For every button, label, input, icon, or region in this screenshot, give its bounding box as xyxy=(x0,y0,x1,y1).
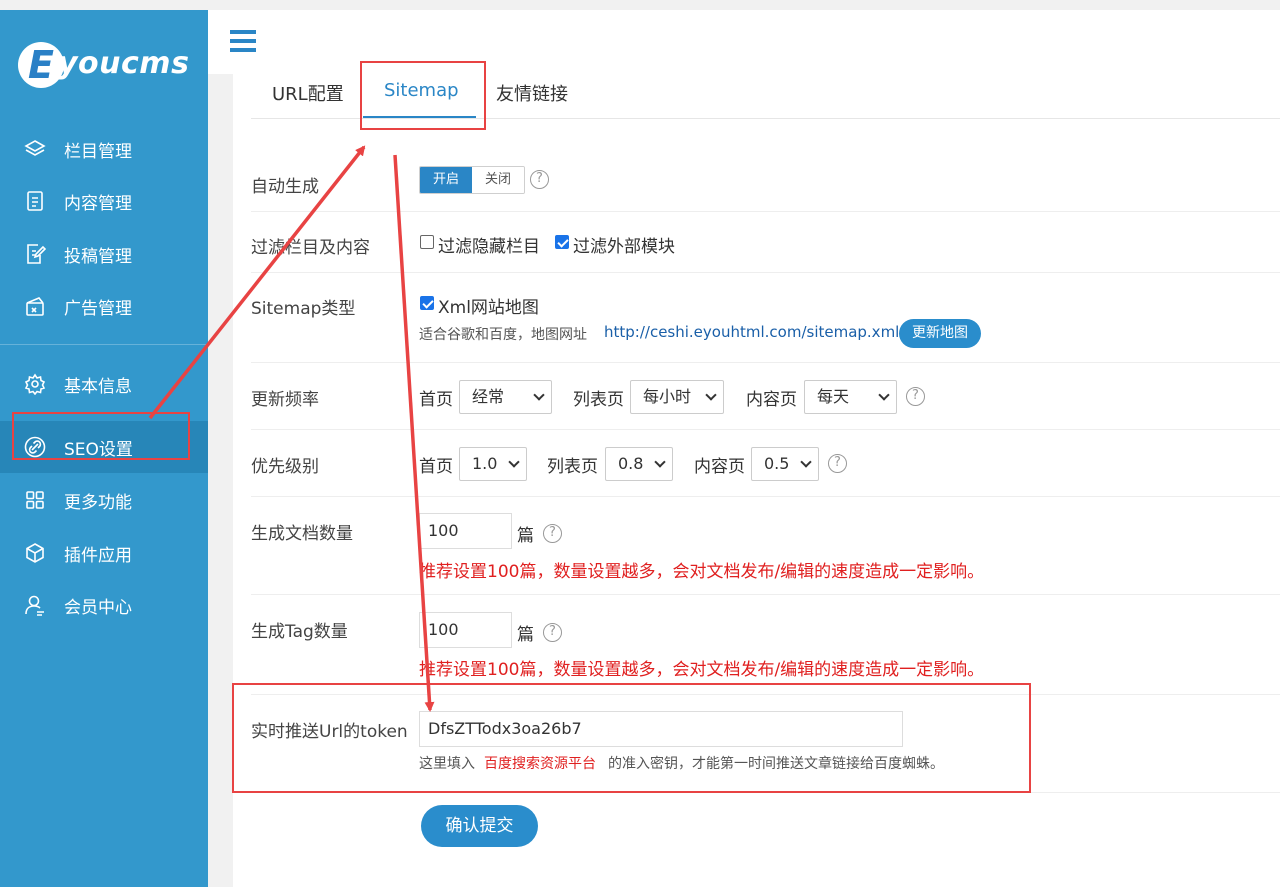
sidebar-item-more[interactable]: 更多功能 xyxy=(0,474,208,526)
sidebar-item-label: 广告管理 xyxy=(64,298,132,319)
auto-generate-label: 自动生成 xyxy=(251,177,319,197)
annotation-box-sitemap-tab xyxy=(360,61,486,130)
priority-content-value: 0.5 xyxy=(764,454,790,473)
grid-icon xyxy=(26,491,44,509)
sidebar-item-members[interactable]: 会员中心 xyxy=(0,579,208,631)
sidebar-item-submission[interactable]: 投稿管理 xyxy=(0,228,208,280)
edit-document-icon xyxy=(27,244,46,264)
annotation-box-token-row xyxy=(232,683,1031,793)
priority-home-value: 1.0 xyxy=(472,454,498,473)
row-filter: 过滤栏目及内容 过滤隐藏栏目 过滤外部模块 xyxy=(251,212,1280,273)
filter-label: 过滤栏目及内容 xyxy=(251,238,370,258)
row-auto-generate: 自动生成 开启 关闭 ? xyxy=(251,150,1280,212)
toggle-on-option[interactable]: 开启 xyxy=(420,167,472,193)
freq-content-select[interactable]: 每天 xyxy=(804,380,897,414)
sidebar-item-label: 投稿管理 xyxy=(64,246,132,267)
frequency-label: 更新频率 xyxy=(251,390,319,410)
priority-list-value: 0.8 xyxy=(618,454,644,473)
help-icon[interactable]: ? xyxy=(906,387,925,406)
doc-count-unit: 篇 xyxy=(517,526,534,546)
auto-generate-toggle[interactable]: 开启 关闭 xyxy=(419,166,525,194)
tab-url-config[interactable]: URL配置 xyxy=(272,80,344,106)
xml-sitemap-checkbox[interactable] xyxy=(420,296,434,310)
sidebar-item-label: 更多功能 xyxy=(64,492,132,513)
user-icon xyxy=(25,595,44,616)
sidebar-item-ads[interactable]: 广告管理 xyxy=(0,280,208,332)
filter-hidden-label: 过滤隐藏栏目 xyxy=(438,237,540,257)
chevron-down-icon xyxy=(705,389,717,401)
freq-home-value: 经常 xyxy=(472,387,505,406)
filter-external-checkbox[interactable] xyxy=(555,235,569,249)
sidebar-item-label: 插件应用 xyxy=(64,545,132,566)
sidebar-divider xyxy=(0,344,208,345)
freq-list-value: 每小时 xyxy=(643,387,692,406)
tab-friend-links[interactable]: 友情链接 xyxy=(496,80,568,106)
row-priority: 优先级别 首页 1.0 列表页 0.8 内容页 0.5 ? xyxy=(251,430,1280,497)
filter-external-label: 过滤外部模块 xyxy=(573,237,675,257)
sidebar-item-content[interactable]: 内容管理 xyxy=(0,175,208,227)
priority-content-label: 内容页 xyxy=(694,457,745,477)
gear-icon xyxy=(24,373,46,395)
ad-icon xyxy=(26,297,44,316)
help-icon[interactable]: ? xyxy=(543,524,562,543)
chevron-down-icon xyxy=(533,389,545,401)
row-doc-count: 生成文档数量 100 篇 ? 推荐设置100篇，数量设置越多，会对文档发布/编辑… xyxy=(251,497,1280,595)
tag-count-hint: 推荐设置100篇，数量设置越多，会对文档发布/编辑的速度造成一定影响。 xyxy=(419,660,985,680)
sitemap-note: 适合谷歌和百度，地图网址 xyxy=(419,327,587,343)
help-icon[interactable]: ? xyxy=(828,454,847,473)
freq-home-select[interactable]: 经常 xyxy=(459,380,552,414)
sidebar-item-label: 栏目管理 xyxy=(64,141,132,162)
freq-content-value: 每天 xyxy=(817,387,850,406)
help-icon[interactable]: ? xyxy=(530,170,549,189)
menu-toggle-icon[interactable] xyxy=(230,30,256,52)
tag-count-label: 生成Tag数量 xyxy=(251,622,348,642)
chevron-down-icon xyxy=(654,456,666,468)
sidebar-item-label: 基本信息 xyxy=(64,376,132,397)
priority-home-select[interactable]: 1.0 xyxy=(459,447,527,481)
sitemap-url-link[interactable]: http://ceshi.eyouhtml.com/sitemap.xml xyxy=(604,323,899,341)
sidebar-item-category[interactable]: 栏目管理 xyxy=(0,123,208,175)
freq-home-label: 首页 xyxy=(419,390,453,410)
sidebar-item-basic-info[interactable]: 基本信息 xyxy=(0,358,208,410)
document-icon xyxy=(27,191,43,211)
chevron-down-icon xyxy=(800,456,812,468)
priority-list-label: 列表页 xyxy=(547,457,598,477)
update-map-button[interactable]: 更新地图 xyxy=(899,319,981,348)
chevron-down-icon xyxy=(878,389,890,401)
sidebar-item-label: 会员中心 xyxy=(64,597,132,618)
logo-text: youcms xyxy=(58,46,190,81)
chevron-down-icon xyxy=(508,456,520,468)
doc-count-input[interactable]: 100 xyxy=(419,513,512,549)
row-sitemap-type: Sitemap类型 Xml网站地图 适合谷歌和百度，地图网址 http://ce… xyxy=(251,273,1280,363)
freq-list-select[interactable]: 每小时 xyxy=(630,380,724,414)
annotation-box-seo-menu xyxy=(12,412,190,460)
sidebar-item-plugins[interactable]: 插件应用 xyxy=(0,527,208,579)
freq-list-label: 列表页 xyxy=(573,390,624,410)
sitemap-type-label: Sitemap类型 xyxy=(251,299,356,319)
freq-content-label: 内容页 xyxy=(746,390,797,410)
priority-list-select[interactable]: 0.8 xyxy=(605,447,673,481)
toggle-off-option[interactable]: 关闭 xyxy=(472,167,524,193)
row-update-frequency: 更新频率 首页 经常 列表页 每小时 内容页 每天 ? xyxy=(251,363,1280,430)
priority-label: 优先级别 xyxy=(251,457,319,477)
row-tag-count: 生成Tag数量 100 篇 ? 推荐设置100篇，数量设置越多，会对文档发布/编… xyxy=(251,595,1280,695)
layers-icon xyxy=(24,140,46,156)
xml-sitemap-label: Xml网站地图 xyxy=(438,298,539,318)
doc-count-label: 生成文档数量 xyxy=(251,524,353,544)
cube-icon xyxy=(26,543,44,563)
help-icon[interactable]: ? xyxy=(543,623,562,642)
logo[interactable]: E youcms xyxy=(18,42,198,96)
priority-content-select[interactable]: 0.5 xyxy=(751,447,819,481)
sidebar-item-label: 内容管理 xyxy=(64,193,132,214)
doc-count-hint: 推荐设置100篇，数量设置越多，会对文档发布/编辑的速度造成一定影响。 xyxy=(419,562,985,582)
submit-button[interactable]: 确认提交 xyxy=(421,805,538,847)
priority-home-label: 首页 xyxy=(419,457,453,477)
filter-hidden-checkbox[interactable] xyxy=(420,235,434,249)
tag-count-unit: 篇 xyxy=(517,625,534,645)
tag-count-input[interactable]: 100 xyxy=(419,612,512,648)
